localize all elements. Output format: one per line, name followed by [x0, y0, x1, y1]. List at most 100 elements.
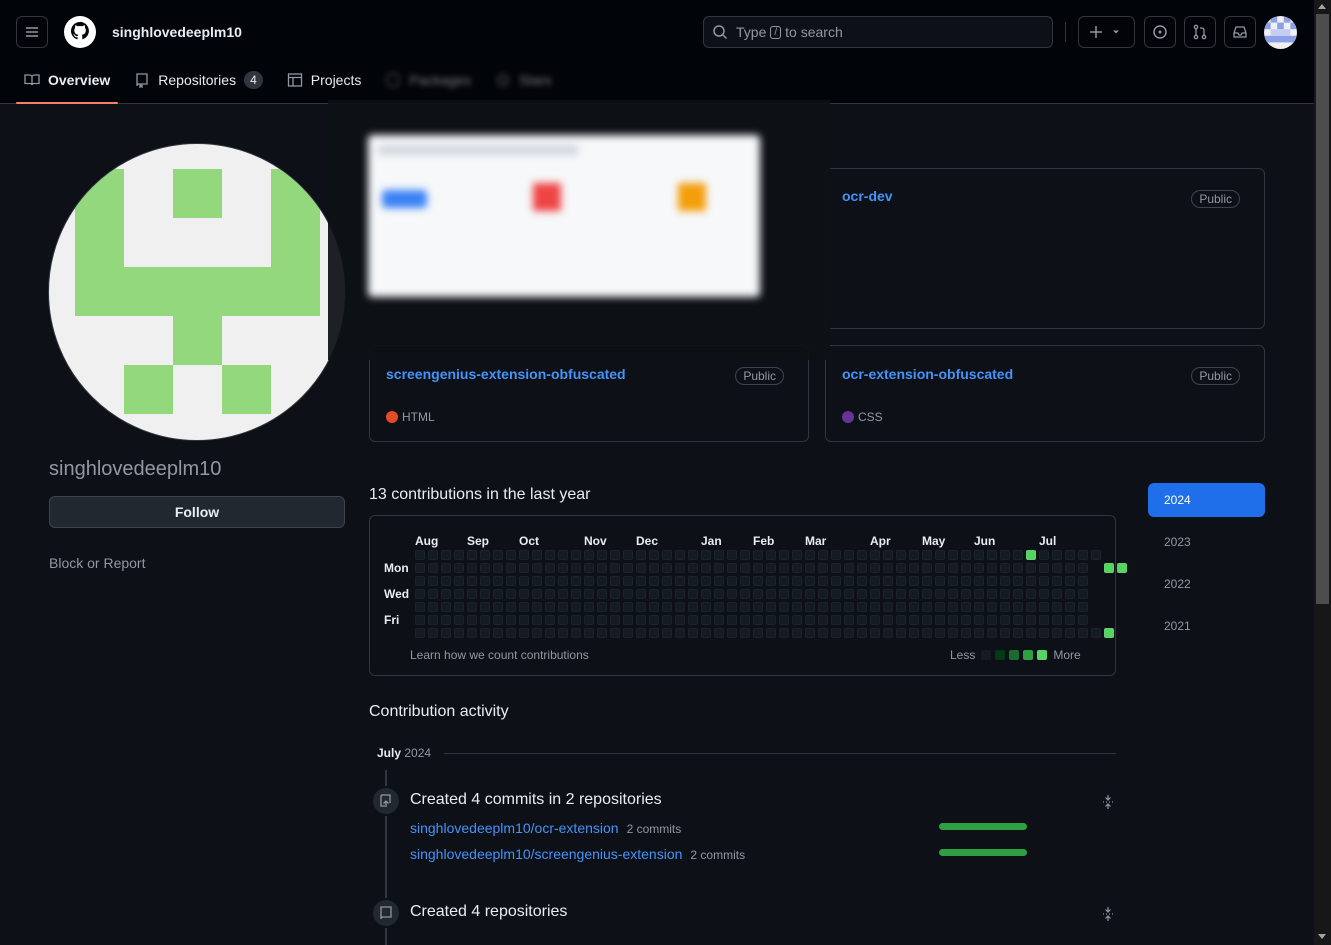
search-input[interactable]: Type / to search: [703, 16, 1053, 48]
contribution-day-cell[interactable]: [974, 589, 984, 599]
contribution-day-cell[interactable]: [831, 550, 841, 560]
contribution-day-cell[interactable]: [753, 550, 763, 560]
contribution-day-cell[interactable]: [571, 576, 581, 586]
contribution-day-cell[interactable]: [753, 589, 763, 599]
user-avatar[interactable]: [1264, 16, 1297, 49]
contribution-day-cell[interactable]: [740, 615, 750, 625]
contribution-day-cell[interactable]: [766, 602, 776, 612]
contribution-day-cell[interactable]: [1091, 550, 1101, 560]
contribution-day-cell[interactable]: [688, 615, 698, 625]
contribution-day-cell[interactable]: [1104, 628, 1114, 638]
contribution-day-cell[interactable]: [831, 563, 841, 573]
contribution-day-cell[interactable]: [1052, 628, 1062, 638]
contribution-day-cell[interactable]: [454, 615, 464, 625]
contribution-day-cell[interactable]: [961, 615, 971, 625]
contribution-day-cell[interactable]: [870, 615, 880, 625]
contribution-day-cell[interactable]: [805, 628, 815, 638]
contribution-day-cell[interactable]: [714, 589, 724, 599]
contribution-day-cell[interactable]: [480, 563, 490, 573]
contribution-day-cell[interactable]: [597, 602, 607, 612]
contribution-day-cell[interactable]: [935, 628, 945, 638]
contribution-day-cell[interactable]: [714, 550, 724, 560]
contribution-day-cell[interactable]: [922, 576, 932, 586]
contribution-day-cell[interactable]: [506, 602, 516, 612]
contribution-day-cell[interactable]: [753, 602, 763, 612]
contribution-day-cell[interactable]: [818, 576, 828, 586]
contribution-day-cell[interactable]: [779, 589, 789, 599]
contribution-day-cell[interactable]: [935, 589, 945, 599]
contribution-day-cell[interactable]: [441, 589, 451, 599]
pinned-repo-name[interactable]: ocr-dev: [842, 188, 893, 204]
learn-contributions-link[interactable]: Learn how we count contributions: [410, 648, 589, 662]
contribution-day-cell[interactable]: [779, 550, 789, 560]
contribution-day-cell[interactable]: [519, 615, 529, 625]
scroll-down-arrow-icon[interactable]: [1318, 934, 1326, 939]
contribution-day-cell[interactable]: [1104, 563, 1114, 573]
contribution-day-cell[interactable]: [1013, 628, 1023, 638]
contribution-day-cell[interactable]: [584, 602, 594, 612]
contribution-day-cell[interactable]: [649, 602, 659, 612]
contribution-day-cell[interactable]: [935, 602, 945, 612]
github-logo-icon[interactable]: [64, 16, 96, 48]
contribution-day-cell[interactable]: [584, 628, 594, 638]
contribution-day-cell[interactable]: [662, 628, 672, 638]
contribution-day-cell[interactable]: [415, 550, 425, 560]
contribution-day-cell[interactable]: [1052, 563, 1062, 573]
contribution-day-cell[interactable]: [870, 589, 880, 599]
contribution-day-cell[interactable]: [818, 628, 828, 638]
contribution-day-cell[interactable]: [805, 602, 815, 612]
commit-repo-link[interactable]: singhlovedeeplm10/ocr-extension: [410, 820, 619, 836]
contribution-day-cell[interactable]: [792, 589, 802, 599]
contribution-day-cell[interactable]: [1065, 550, 1075, 560]
contribution-day-cell[interactable]: [701, 602, 711, 612]
contribution-day-cell[interactable]: [610, 602, 620, 612]
contribution-day-cell[interactable]: [1026, 563, 1036, 573]
contribution-day-cell[interactable]: [467, 576, 477, 586]
contribution-day-cell[interactable]: [896, 576, 906, 586]
contribution-day-cell[interactable]: [545, 615, 555, 625]
year-link[interactable]: 2022: [1148, 567, 1265, 601]
contribution-day-cell[interactable]: [883, 589, 893, 599]
contribution-day-cell[interactable]: [558, 550, 568, 560]
issues-button[interactable]: [1144, 16, 1176, 48]
contribution-day-cell[interactable]: [454, 576, 464, 586]
follow-button[interactable]: Follow: [49, 496, 345, 528]
contribution-day-cell[interactable]: [961, 576, 971, 586]
contribution-day-cell[interactable]: [597, 615, 607, 625]
contribution-day-cell[interactable]: [922, 563, 932, 573]
contribution-day-cell[interactable]: [857, 576, 867, 586]
contribution-day-cell[interactable]: [584, 615, 594, 625]
tab-stars[interactable]: Stars: [487, 64, 560, 96]
contribution-day-cell[interactable]: [480, 615, 490, 625]
contribution-day-cell[interactable]: [480, 589, 490, 599]
contribution-day-cell[interactable]: [870, 602, 880, 612]
contribution-day-cell[interactable]: [987, 628, 997, 638]
contribution-day-cell[interactable]: [610, 550, 620, 560]
contribution-day-cell[interactable]: [428, 563, 438, 573]
contribution-day-cell[interactable]: [766, 589, 776, 599]
contribution-day-cell[interactable]: [857, 550, 867, 560]
page-scrollbar[interactable]: [1314, 0, 1331, 945]
contribution-day-cell[interactable]: [727, 589, 737, 599]
contribution-day-cell[interactable]: [428, 550, 438, 560]
contribution-day-cell[interactable]: [1013, 576, 1023, 586]
contribution-day-cell[interactable]: [1026, 602, 1036, 612]
contribution-day-cell[interactable]: [753, 615, 763, 625]
contribution-day-cell[interactable]: [857, 563, 867, 573]
contribution-day-cell[interactable]: [740, 563, 750, 573]
contribution-day-cell[interactable]: [493, 576, 503, 586]
contribution-day-cell[interactable]: [467, 563, 477, 573]
contribution-day-cell[interactable]: [1000, 563, 1010, 573]
contribution-day-cell[interactable]: [415, 602, 425, 612]
contribution-day-cell[interactable]: [987, 602, 997, 612]
contribution-day-cell[interactable]: [623, 576, 633, 586]
contribution-day-cell[interactable]: [532, 602, 542, 612]
contribution-day-cell[interactable]: [649, 550, 659, 560]
contribution-day-cell[interactable]: [1000, 628, 1010, 638]
contribution-day-cell[interactable]: [870, 628, 880, 638]
contribution-day-cell[interactable]: [493, 602, 503, 612]
contribution-day-cell[interactable]: [779, 628, 789, 638]
contribution-day-cell[interactable]: [844, 615, 854, 625]
contribution-day-cell[interactable]: [961, 628, 971, 638]
contribution-day-cell[interactable]: [597, 576, 607, 586]
